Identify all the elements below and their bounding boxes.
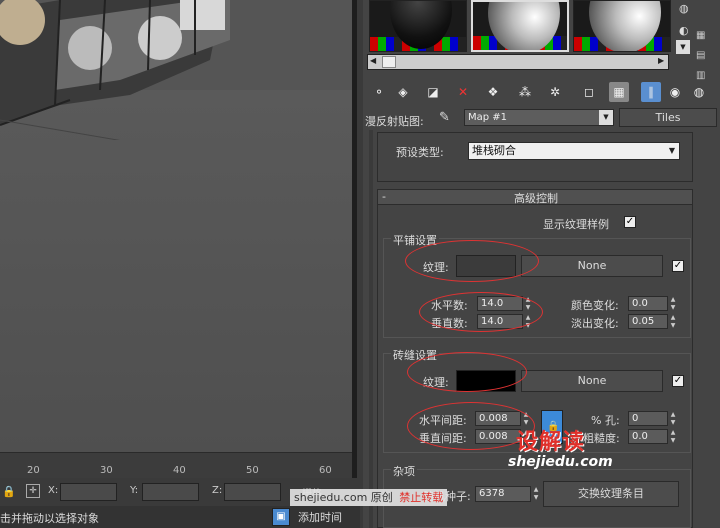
watermark-logo: 设解读 [516, 424, 585, 456]
watermark-credit-original: 原创 [370, 491, 393, 504]
prompt-line: 击并拖动以选择对象 ▣ 添加时间 [0, 506, 360, 528]
coord-x-label: X: [48, 485, 59, 496]
watermark-url: shejiedu.com [508, 454, 613, 470]
map-name-value: Map #1 [468, 112, 508, 123]
material-id-icon[interactable]: ◻ [579, 82, 599, 102]
tile-texture-enable-checkbox[interactable]: ✓ [672, 260, 684, 272]
misc-title: 杂项 [391, 463, 417, 479]
preset-type-select[interactable]: 堆栈砌合 ▼ [468, 142, 680, 160]
color-variance-spinner[interactable]: ▲ ▼ [669, 296, 677, 312]
chevron-down-icon: ▼ [668, 146, 675, 155]
scroll-thumb[interactable] [382, 56, 396, 68]
timeline-tick: 40 [173, 465, 186, 476]
sample-type-icon[interactable]: ◍ [679, 2, 689, 15]
copy-material-icon[interactable]: ❖ [483, 82, 503, 102]
watermark-credit-site: shejiedu.com [294, 491, 368, 504]
watermark-url-text: shejiedu.com [508, 454, 613, 470]
fade-variance-spinner[interactable]: ▲ ▼ [669, 314, 677, 330]
swap-texture-entries-button[interactable]: 交换纹理条目 [543, 481, 679, 507]
lock-icon[interactable]: 🔒 [2, 485, 16, 498]
key-filter-icon[interactable]: ▣ [272, 508, 290, 526]
viewport-perspective[interactable] [0, 0, 352, 452]
viewport-floor-plane [0, 90, 352, 452]
color-variance-label: 颜色变化: [571, 299, 619, 312]
grout-texture-enable-checkbox[interactable]: ✓ [672, 375, 684, 387]
annotation-ellipse [405, 240, 539, 282]
make-unique-icon[interactable]: ⁂ [515, 82, 535, 102]
random-seed-field[interactable]: 6378 [475, 486, 531, 502]
uv-tiling-icon[interactable]: ▤ [696, 50, 705, 61]
map-name-dropdown-icon[interactable]: ▼ [599, 110, 613, 125]
assign-to-selection-icon[interactable]: ◪ [423, 82, 443, 102]
rough-field[interactable]: 0.0 [628, 429, 668, 444]
map-slot-label: 漫反射贴图: [365, 115, 424, 128]
collapse-toggle[interactable]: - [382, 190, 386, 203]
preset-type-label: 预设类型: [396, 146, 444, 159]
holes-field[interactable]: 0 [628, 411, 668, 426]
go-forward-sibling-icon[interactable]: ◍ [689, 82, 709, 102]
watermark-logo-text: 设解读 [516, 430, 586, 455]
holes-label: % 孔: [591, 414, 620, 427]
scroll-right-arrow[interactable]: ▶ [658, 56, 664, 65]
timeline-tick: 50 [246, 465, 259, 476]
timeline-ruler[interactable]: 20 30 40 50 60 [0, 452, 352, 478]
tile-texture-map-button[interactable]: None [521, 255, 663, 277]
random-seed-spinner[interactable]: ▲ ▼ [532, 486, 540, 502]
put-to-scene-icon[interactable]: ◈ [393, 82, 413, 102]
advanced-control-header[interactable]: - 高级控制 [377, 189, 693, 205]
coord-x-field[interactable] [60, 483, 117, 501]
coord-y-field[interactable] [142, 483, 199, 501]
map-type-button[interactable]: Tiles [619, 108, 717, 127]
material-slot-2[interactable] [471, 0, 569, 52]
advanced-control-title: 高级控制 [514, 192, 558, 205]
video-check-icon[interactable]: ▥ [696, 70, 705, 81]
coord-y-label: Y: [130, 485, 139, 496]
rough-label: 粗糙度: [583, 432, 620, 445]
holes-spinner[interactable]: ▲ ▼ [669, 411, 677, 427]
material-slot-3[interactable] [573, 0, 671, 52]
coord-z-label: Z: [212, 485, 223, 496]
get-material-icon[interactable]: ⚬ [369, 82, 389, 102]
color-variance-field[interactable]: 0.0 [628, 296, 668, 311]
annotation-ellipse [419, 292, 543, 332]
put-to-library-icon[interactable]: ✲ [545, 82, 565, 102]
sphere-scroll-down-button[interactable]: ▼ [676, 40, 690, 54]
map-name-field[interactable]: Map #1 [464, 109, 614, 126]
watermark-credit-forbid: 禁止转载 [399, 491, 444, 504]
background-icon[interactable]: ▦ [696, 30, 705, 41]
timeline-tick: 60 [319, 465, 332, 476]
fade-variance-label: 淡出变化: [571, 317, 619, 330]
eyedropper-icon[interactable]: ✎ [439, 110, 450, 125]
fade-variance-field[interactable]: 0.05 [628, 314, 668, 329]
delete-icon[interactable]: ✕ [453, 82, 473, 102]
rough-spinner[interactable]: ▲ ▼ [669, 429, 677, 445]
go-to-parent-icon[interactable]: ◉ [665, 82, 685, 102]
show-map-in-viewport-icon[interactable]: ▦ [609, 82, 629, 102]
watermark-credit: shejiedu.com 原创 禁止转载 [290, 489, 448, 506]
show-end-result-icon[interactable]: ∥ [641, 82, 661, 102]
slot-scrollbar[interactable]: ◀ ▶ [367, 54, 669, 70]
coord-z-field[interactable] [224, 483, 281, 501]
grout-texture-map-button[interactable]: None [521, 370, 663, 392]
add-time-tag[interactable]: 添加时间 [298, 509, 342, 525]
preset-type-value: 堆栈砌合 [472, 144, 516, 157]
scroll-left-arrow[interactable]: ◀ [370, 56, 376, 65]
timeline-tick: 30 [100, 465, 113, 476]
side-tools-lower: ▦ ▤ ▥ [696, 30, 716, 90]
panel-scroll-track[interactable] [369, 130, 373, 528]
timeline-tick: 20 [27, 465, 40, 476]
annotation-ellipse [407, 352, 527, 392]
show-texture-swatch-label: 显示纹理样例 [543, 218, 609, 231]
prompt-text: 击并拖动以选择对象 [0, 512, 99, 525]
show-texture-swatch-checkbox[interactable]: ✓ [624, 216, 636, 228]
scene-tile-panels[interactable] [0, 0, 352, 140]
preset-rollout: 预设类型: 堆栈砌合 ▼ [377, 132, 693, 182]
material-slot-1[interactable] [369, 0, 467, 52]
backlight-icon[interactable]: ◐ [679, 24, 689, 37]
absolute-mode-icon[interactable]: ✛ [26, 484, 40, 498]
